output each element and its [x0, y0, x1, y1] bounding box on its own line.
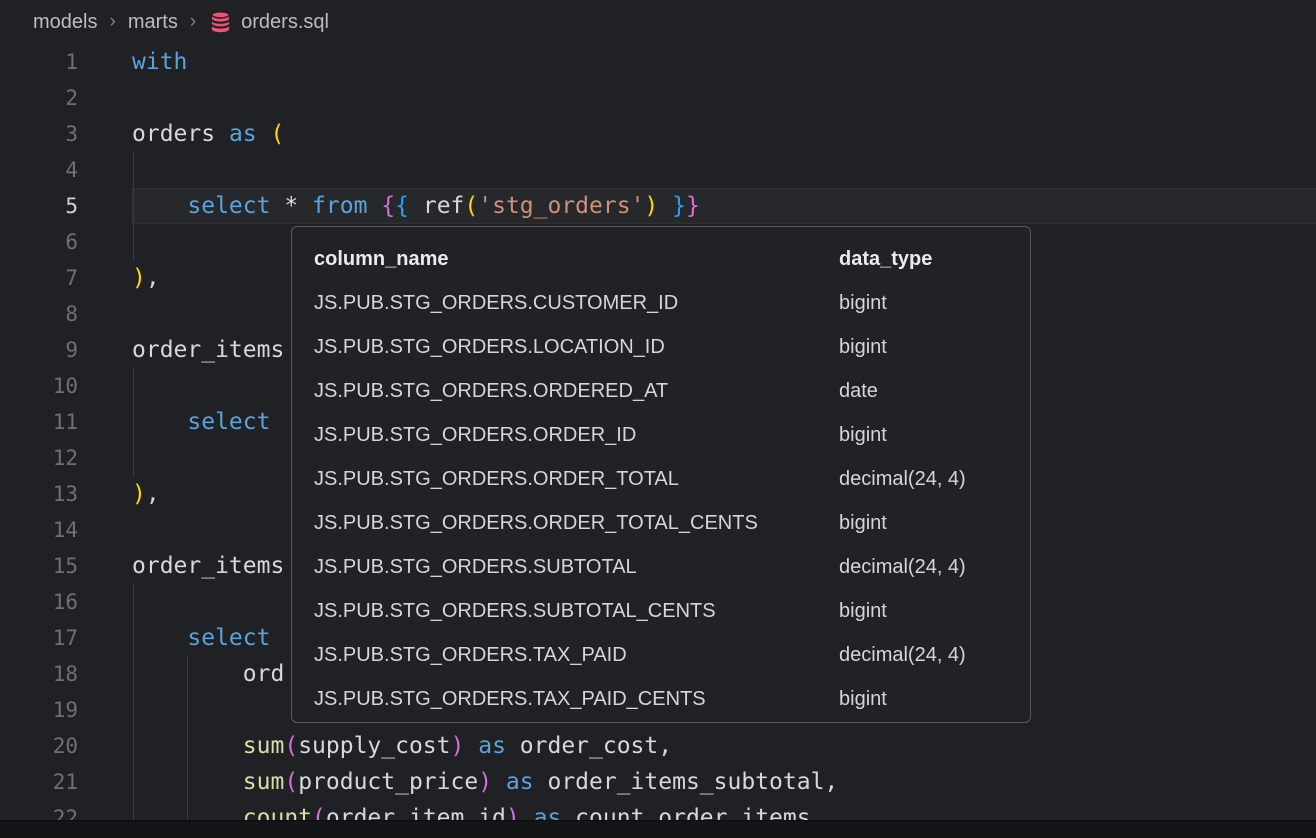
- code-line[interactable]: 2: [0, 80, 1316, 116]
- code-text: orders as (: [78, 116, 284, 152]
- code-text: order_items: [78, 332, 284, 368]
- column-info-tooltip: column_name data_type JS.PUB.STG_ORDERS.…: [291, 226, 1031, 723]
- table-row: JS.PUB.STG_ORDERS.CUSTOMER_IDbigint: [314, 281, 1008, 325]
- indent-guide: [133, 368, 134, 404]
- code-text: select * from {{ ref('stg_orders') }}: [78, 188, 700, 224]
- line-number: 15: [0, 554, 78, 578]
- table-row: JS.PUB.STG_ORDERS.TAX_PAIDdecimal(24, 4): [314, 633, 1008, 677]
- table-row: JS.PUB.STG_ORDERS.ORDER_TOTALdecimal(24,…: [314, 457, 1008, 501]
- table-row: JS.PUB.STG_ORDERS.ORDER_IDbigint: [314, 413, 1008, 457]
- line-number: 19: [0, 698, 78, 722]
- indent-guide: [187, 692, 188, 728]
- data-type-cell: bigint: [839, 600, 1008, 623]
- code-line[interactable]: 4: [0, 152, 1316, 188]
- code-text: select: [78, 620, 270, 656]
- line-number: 20: [0, 734, 78, 758]
- code-text: ),: [78, 260, 160, 296]
- data-type-cell: bigint: [839, 688, 1008, 711]
- data-type-cell: decimal(24, 4): [839, 468, 1008, 491]
- table-row: JS.PUB.STG_ORDERS.TAX_PAID_CENTSbigint: [314, 677, 1008, 721]
- breadcrumb-item-file[interactable]: orders.sql: [208, 10, 329, 34]
- code-text: select: [78, 404, 270, 440]
- data-type-cell: date: [839, 380, 1008, 403]
- line-number: 14: [0, 518, 78, 542]
- line-number: 9: [0, 338, 78, 362]
- code-line[interactable]: 1with: [0, 44, 1316, 80]
- table-row: JS.PUB.STG_ORDERS.ORDER_TOTAL_CENTSbigin…: [314, 501, 1008, 545]
- indent-guide: [133, 692, 134, 728]
- column-name-cell: JS.PUB.STG_ORDERS.ORDER_TOTAL_CENTS: [314, 512, 839, 535]
- data-type-cell: decimal(24, 4): [839, 644, 1008, 667]
- tooltip-rows: JS.PUB.STG_ORDERS.CUSTOMER_IDbigintJS.PU…: [314, 281, 1008, 721]
- table-row: JS.PUB.STG_ORDERS.ORDERED_ATdate: [314, 369, 1008, 413]
- code-line[interactable]: 20 sum(supply_cost) as order_cost,: [0, 728, 1316, 764]
- line-number: 18: [0, 662, 78, 686]
- column-name-cell: JS.PUB.STG_ORDERS.SUBTOTAL_CENTS: [314, 600, 839, 623]
- database-icon: [208, 10, 233, 34]
- line-number: 17: [0, 626, 78, 650]
- line-number: 4: [0, 158, 78, 182]
- column-name-cell: JS.PUB.STG_ORDERS.SUBTOTAL: [314, 556, 839, 579]
- code-text: with: [78, 44, 187, 80]
- indent-guide: [133, 224, 134, 260]
- line-number: 21: [0, 770, 78, 794]
- bottom-edge-bar: [0, 820, 1316, 838]
- line-number: 16: [0, 590, 78, 614]
- tooltip-header-column-name: column_name: [314, 248, 839, 271]
- code-text: sum(product_price) as order_items_subtot…: [78, 764, 838, 800]
- editor-window: models › marts › orders.sql 1with23order…: [0, 0, 1316, 838]
- line-number: 7: [0, 266, 78, 290]
- line-number: 5: [0, 194, 78, 218]
- column-name-cell: JS.PUB.STG_ORDERS.CUSTOMER_ID: [314, 292, 839, 315]
- column-name-cell: JS.PUB.STG_ORDERS.ORDER_TOTAL: [314, 468, 839, 491]
- indent-guide: [133, 440, 134, 476]
- line-number: 1: [0, 50, 78, 74]
- table-row: JS.PUB.STG_ORDERS.SUBTOTAL_CENTSbigint: [314, 589, 1008, 633]
- column-name-cell: JS.PUB.STG_ORDERS.TAX_PAID_CENTS: [314, 688, 839, 711]
- line-number: 12: [0, 446, 78, 470]
- line-number: 13: [0, 482, 78, 506]
- line-number: 2: [0, 86, 78, 110]
- table-row: JS.PUB.STG_ORDERS.LOCATION_IDbigint: [314, 325, 1008, 369]
- column-name-cell: JS.PUB.STG_ORDERS.LOCATION_ID: [314, 336, 839, 359]
- table-row: JS.PUB.STG_ORDERS.SUBTOTALdecimal(24, 4): [314, 545, 1008, 589]
- column-name-cell: JS.PUB.STG_ORDERS.ORDERED_AT: [314, 380, 839, 403]
- column-name-cell: JS.PUB.STG_ORDERS.ORDER_ID: [314, 424, 839, 447]
- code-line[interactable]: 5 select * from {{ ref('stg_orders') }}: [0, 188, 1316, 224]
- code-text: ),: [78, 476, 160, 512]
- tooltip-header-row: column_name data_type: [314, 237, 1008, 281]
- line-number: 3: [0, 122, 78, 146]
- breadcrumb-separator: ›: [109, 11, 115, 33]
- data-type-cell: bigint: [839, 512, 1008, 535]
- breadcrumb-item-models[interactable]: models: [33, 11, 97, 34]
- line-number: 8: [0, 302, 78, 326]
- breadcrumb: models › marts › orders.sql: [0, 0, 1316, 44]
- code-line[interactable]: 21 sum(product_price) as order_items_sub…: [0, 764, 1316, 800]
- indent-guide: [133, 584, 134, 620]
- line-number: 6: [0, 230, 78, 254]
- code-line[interactable]: 3orders as (: [0, 116, 1316, 152]
- data-type-cell: bigint: [839, 292, 1008, 315]
- code-text: sum(supply_cost) as order_cost,: [78, 728, 672, 764]
- tooltip-header-data-type: data_type: [839, 248, 1008, 271]
- breadcrumb-file-label: orders.sql: [241, 11, 329, 34]
- code-text: ord: [78, 656, 284, 692]
- column-name-cell: JS.PUB.STG_ORDERS.TAX_PAID: [314, 644, 839, 667]
- line-number: 11: [0, 410, 78, 434]
- data-type-cell: decimal(24, 4): [839, 556, 1008, 579]
- data-type-cell: bigint: [839, 336, 1008, 359]
- breadcrumb-separator: ›: [190, 11, 196, 33]
- code-text: order_items: [78, 548, 284, 584]
- breadcrumb-item-marts[interactable]: marts: [128, 11, 178, 34]
- line-number: 10: [0, 374, 78, 398]
- data-type-cell: bigint: [839, 424, 1008, 447]
- indent-guide: [133, 152, 134, 188]
